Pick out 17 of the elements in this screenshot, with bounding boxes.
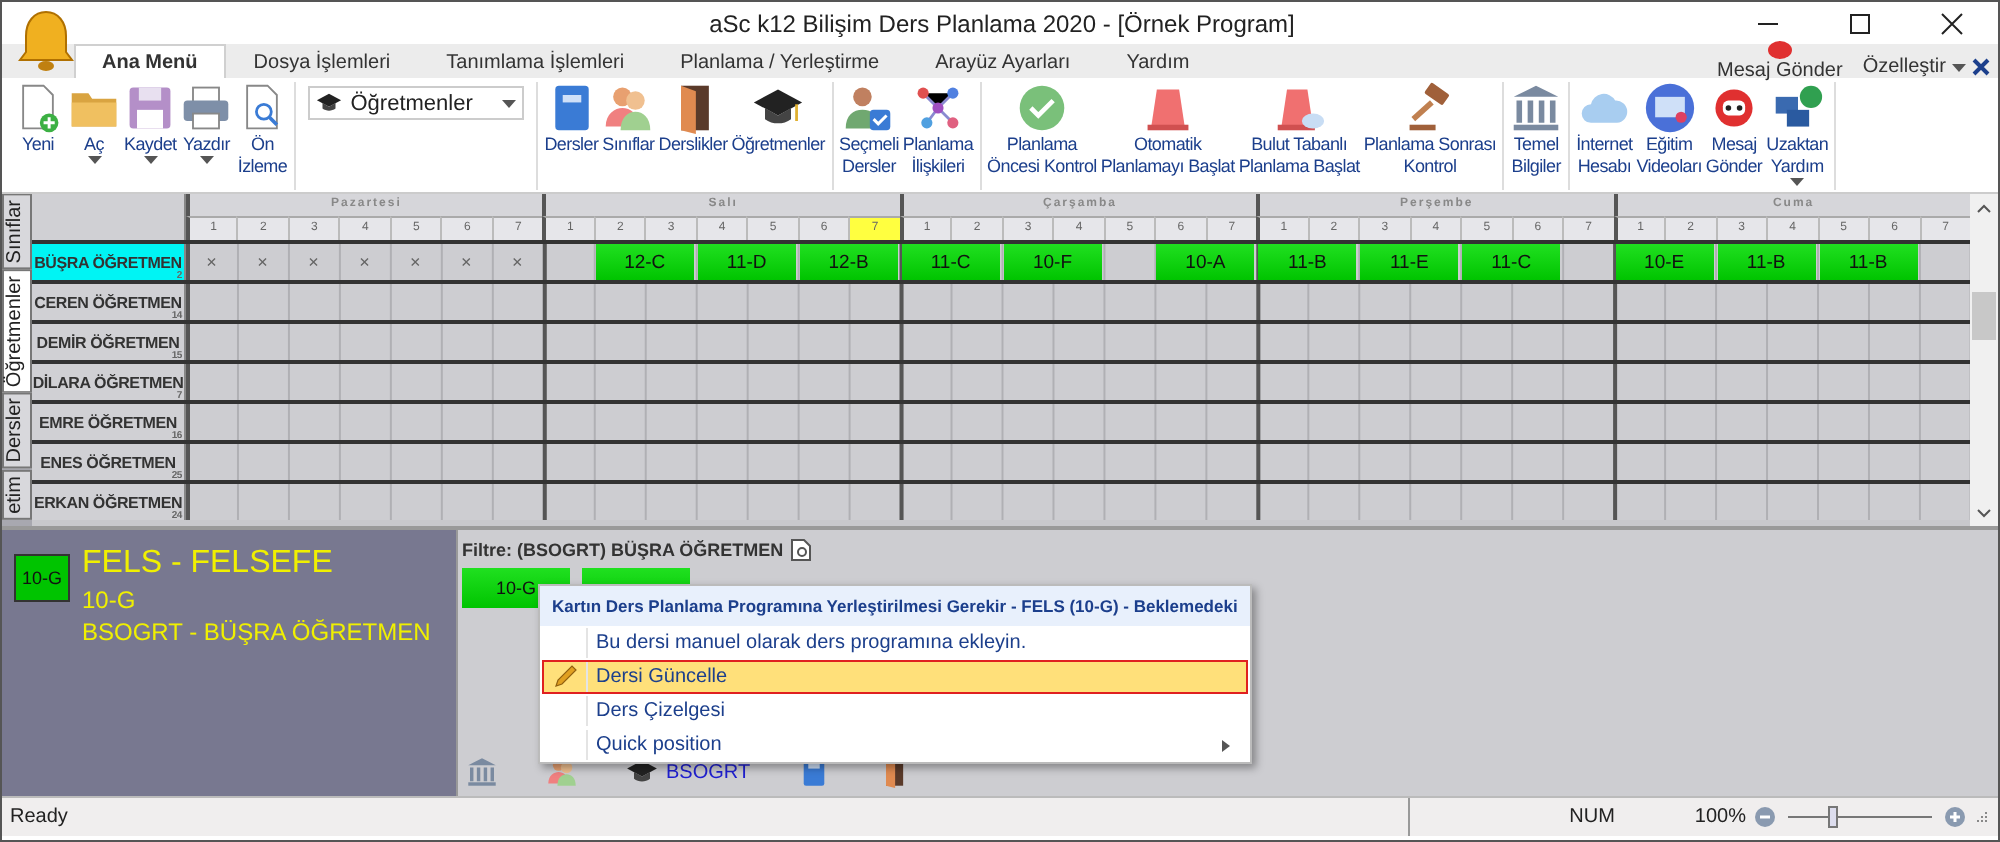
blocked-mark: ×: [306, 250, 321, 276]
menu-header: Kartın Ders Planlama Programına Yerleştirilmesi Gerekir - FELS (10-G) - Beklemedeki: [540, 586, 1250, 626]
blocked-mark: ×: [357, 250, 372, 276]
status-text: Ready: [10, 806, 68, 828]
zoom-percent: 100%: [1694, 806, 1746, 828]
lesson-title: FELS - FELSEFE: [82, 546, 335, 582]
class-badge: 10-G: [14, 554, 70, 602]
filter-label: Filtre: (BSOGRT) BÜŞRA ÖĞRETMEN: [462, 540, 784, 560]
blocked-mark: ×: [255, 250, 270, 276]
teacher-name: BSOGRT - BÜŞRA ÖĞRETMEN: [82, 618, 431, 646]
num-lock-indicator: NUM: [1569, 806, 1615, 828]
blocked-mark: ×: [510, 250, 525, 276]
class-name: 10-G: [82, 586, 138, 614]
blocked-mark: ×: [459, 250, 474, 276]
blocked-mark: ×: [204, 250, 219, 276]
blocked-mark: ×: [408, 250, 423, 276]
window-title: aSc k12 Bilişim Ders Planlama 2020 - [Örnek Program]: [707, 9, 1297, 37]
